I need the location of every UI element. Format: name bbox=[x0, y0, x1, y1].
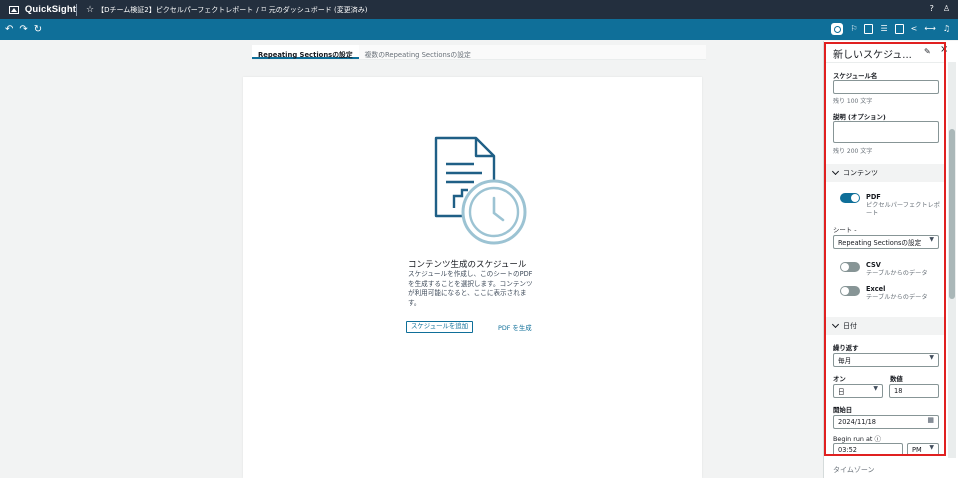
pdf-toggle[interactable] bbox=[840, 193, 860, 203]
sheet-label: シート - bbox=[833, 226, 857, 234]
help-icon[interactable]: ? bbox=[930, 4, 934, 13]
quicksight-logo-icon bbox=[9, 5, 19, 14]
start-date-label: 開始日 bbox=[833, 406, 853, 414]
description-label: 説明 (オプション) bbox=[833, 113, 886, 121]
fit-width-icon[interactable]: ⟷ bbox=[924, 24, 935, 36]
timezone-section-header[interactable]: タイムゾーン bbox=[824, 461, 946, 478]
schedule-name-hint: 残り 100 文字 bbox=[833, 98, 873, 105]
pin-icon[interactable]: ✎ bbox=[924, 47, 931, 56]
calendar-icon[interactable]: ▦ bbox=[927, 416, 934, 424]
breadcrumb-analysis[interactable]: 【Dチーム検証2】ピクセルパーフェクトレポート bbox=[97, 5, 253, 15]
empty-state-description: スケジュールを作成し、このシートのPDF を生成することを選択します。コンテンツ… bbox=[408, 270, 533, 307]
tab-repeating-sections[interactable]: Repeating Sectionsの設定 bbox=[252, 45, 359, 59]
pdf-title: PDF bbox=[866, 193, 881, 201]
export-icon[interactable] bbox=[864, 24, 874, 34]
close-icon[interactable]: × bbox=[940, 44, 948, 55]
content-section-header[interactable]: コンテンツ bbox=[824, 164, 946, 182]
pdf-subtitle: ピクセルパーフェクトレポート bbox=[866, 202, 940, 218]
panel-scrollbar-thumb[interactable] bbox=[949, 129, 955, 299]
dataset-icon[interactable]: ☰ bbox=[880, 24, 887, 36]
begin-run-at-label: Begin run at ⓘ bbox=[833, 434, 881, 443]
begin-run-at-text: Begin run at bbox=[833, 435, 873, 443]
count-input[interactable]: 18 bbox=[889, 384, 939, 398]
panel-title: 新しいスケジュ... bbox=[833, 50, 912, 61]
generate-pdf-link[interactable]: PDF を生成 bbox=[498, 323, 532, 332]
new-schedule-panel: 新しいスケジュ... ✎ × スケジュール名 残り 100 文字 説明 (オプシ… bbox=[823, 41, 958, 478]
description-input[interactable] bbox=[833, 121, 939, 143]
sheet-select-value: Repeating Sectionsの設定 bbox=[838, 239, 922, 247]
on-select[interactable]: 日 ▼ bbox=[833, 384, 883, 398]
timezone-section-label: タイムゾーン bbox=[833, 465, 875, 474]
start-date-input[interactable]: 2024/11/18 ▦ bbox=[833, 415, 939, 429]
csv-title: CSV bbox=[866, 261, 881, 269]
app-name: QuickSight bbox=[24, 4, 76, 15]
excel-subtitle: テーブルからのデータ bbox=[866, 294, 928, 301]
toolbar: ↶ ↷ ↻ ⚐ ☰ < ⟷ ♫ bbox=[0, 19, 958, 40]
caret-down-icon: ▼ bbox=[929, 236, 934, 243]
repeat-select[interactable]: 毎月 ▼ bbox=[833, 353, 939, 367]
quicksight-logo[interactable]: QuickSight bbox=[0, 4, 76, 15]
caret-down-icon: ▼ bbox=[929, 444, 934, 451]
sheet-tabs: Repeating Sectionsの設定 複数のRepeating Secti… bbox=[252, 45, 706, 60]
csv-subtitle: テーブルからのデータ bbox=[866, 270, 928, 277]
caret-down-icon: ▼ bbox=[929, 354, 934, 361]
date-section-label: 日付 bbox=[843, 322, 857, 330]
share-icon[interactable]: < bbox=[911, 24, 918, 36]
reset-icon[interactable]: ↻ bbox=[34, 24, 42, 35]
tab-multiple-repeating-sections[interactable]: 複数のRepeating Sectionsの設定 bbox=[359, 45, 477, 59]
bookmark-icon[interactable]: ⚐ bbox=[850, 24, 857, 36]
schedule-clock-icon[interactable] bbox=[831, 23, 844, 35]
repeat-select-value: 毎月 bbox=[838, 357, 852, 365]
divider bbox=[824, 62, 946, 63]
start-date-value: 2024/11/18 bbox=[838, 418, 877, 426]
breadcrumb-separator: / bbox=[256, 5, 259, 14]
undo-icon[interactable]: ↶ bbox=[5, 24, 13, 35]
schedule-name-label: スケジュール名 bbox=[833, 72, 878, 80]
content-section-label: コンテンツ bbox=[843, 169, 878, 177]
chevron-down-icon bbox=[831, 320, 840, 329]
divider bbox=[76, 3, 77, 16]
sheet-select[interactable]: Repeating Sectionsの設定 ▼ bbox=[833, 235, 939, 249]
caret-down-icon: ▼ bbox=[873, 385, 878, 392]
date-section-header[interactable]: 日付 bbox=[824, 317, 946, 335]
breadcrumb: 【Dチーム検証2】ピクセルパーフェクトレポート / ⌑ 元のダッシュボード (変… bbox=[97, 5, 367, 15]
ampm-select[interactable]: PM ▼ bbox=[907, 443, 939, 456]
on-select-value: 日 bbox=[838, 388, 845, 396]
add-schedule-button[interactable]: スケジュールを追加 bbox=[406, 321, 474, 333]
empty-state-title: コンテンツ生成のスケジュール bbox=[408, 260, 527, 270]
repeat-label: 繰り返す bbox=[833, 344, 859, 352]
notification-bell-icon[interactable]: ♫ bbox=[943, 24, 950, 36]
info-icon[interactable]: ⓘ bbox=[874, 435, 880, 443]
excel-title: Excel bbox=[866, 285, 886, 293]
chevron-down-icon bbox=[831, 167, 840, 176]
excel-toggle[interactable] bbox=[840, 286, 860, 296]
count-label: 数値 bbox=[890, 375, 903, 383]
save-icon[interactable] bbox=[894, 24, 904, 34]
bookmark-icon: ⌑ bbox=[261, 5, 266, 14]
scheduled-document-icon bbox=[434, 136, 527, 245]
on-label: オン bbox=[833, 375, 846, 383]
description-hint: 残り 200 文字 bbox=[833, 148, 873, 155]
top-bar: QuickSight ☆ 【Dチーム検証2】ピクセルパーフェクトレポート / ⌑… bbox=[0, 0, 958, 19]
csv-toggle[interactable] bbox=[840, 262, 860, 272]
favorite-star-icon[interactable]: ☆ bbox=[86, 5, 94, 15]
schedule-name-input[interactable] bbox=[833, 80, 939, 94]
breadcrumb-dashboard[interactable]: 元のダッシュボード (変更済み) bbox=[269, 5, 368, 15]
begin-run-time-input[interactable]: 03:52 bbox=[833, 443, 903, 456]
redo-icon[interactable]: ↷ bbox=[19, 24, 27, 35]
ampm-value: PM bbox=[912, 445, 922, 454]
user-icon[interactable]: ♙ bbox=[943, 4, 950, 13]
